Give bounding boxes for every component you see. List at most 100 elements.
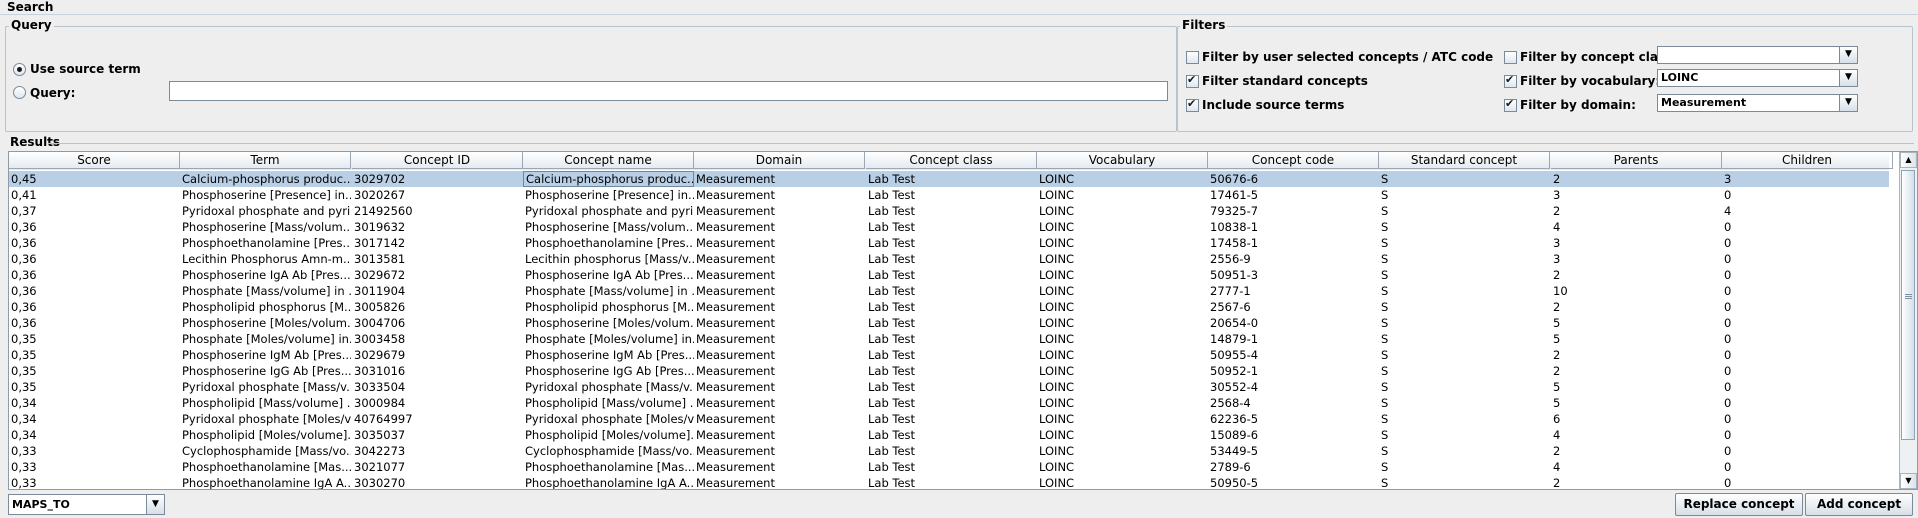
column-header[interactable]: Domain: [694, 152, 865, 169]
column-header[interactable]: Concept class: [866, 152, 1037, 169]
table-cell: 5: [1553, 396, 1561, 410]
table-cell: 3029679: [354, 348, 406, 362]
table-cell: 0,36: [11, 236, 37, 250]
column-header[interactable]: Concept code: [1208, 152, 1379, 169]
table-row[interactable]: 0,34 Pyridoxal phosphate [Moles/v... 40764…: [9, 411, 1889, 427]
table-cell: 0,34: [11, 428, 37, 442]
table-cell: 0,36: [11, 268, 37, 282]
column-header[interactable]: Score: [9, 152, 180, 169]
table-row[interactable]: 0,45 Calcium-phosphorus produc... 3029702 C…: [9, 171, 1889, 187]
table-row[interactable]: 0,35 Phosphate [Moles/volume] in... 300345…: [9, 331, 1889, 347]
filter-domain-checkbox[interactable]: [1504, 97, 1517, 112]
add-concept-button[interactable]: Add concept: [1805, 493, 1913, 516]
table-cell: 2568-4: [1210, 396, 1251, 410]
table-row[interactable]: 0,36 Phosphoethanolamine [Pres... 3017142 P…: [9, 235, 1889, 251]
table-cell: Measurement: [696, 252, 775, 266]
table-row[interactable]: 0,35 Phosphoserine IgG Ab [Pres... 3031016…: [9, 363, 1889, 379]
table-cell: Measurement: [696, 300, 775, 314]
table-row[interactable]: 0,35 Phosphoserine IgM Ab [Pres... 3029679…: [9, 347, 1889, 363]
column-header[interactable]: Term: [180, 152, 351, 169]
chevron-down-icon[interactable]: ▼: [1839, 47, 1857, 63]
query-radio[interactable]: [13, 86, 26, 99]
scroll-up-icon[interactable]: ▲: [1900, 152, 1917, 168]
table-cell: Measurement: [696, 396, 775, 410]
table-cell: 0: [1724, 220, 1732, 234]
table-row[interactable]: 0,36 Phosphoserine [Mass/volum... 3019632 P…: [9, 219, 1889, 235]
column-header[interactable]: Standard concept: [1379, 152, 1550, 169]
search-title: Search: [7, 0, 54, 14]
table-row[interactable]: 0,36 Phosphoserine IgA Ab [Pres... 3029672…: [9, 267, 1889, 283]
table-cell: S: [1381, 268, 1389, 282]
table-cell: Lab Test: [868, 220, 916, 234]
filter-vocabulary-checkbox[interactable]: [1504, 73, 1517, 88]
table-cell: 20654-0: [1210, 316, 1259, 330]
table-cell: 0,34: [11, 396, 37, 410]
table-cell: Cyclophosphamide [Mass/vo...: [182, 444, 351, 458]
chevron-down-icon[interactable]: ▼: [1839, 95, 1857, 111]
table-cell: 0,33: [11, 444, 37, 458]
query-input[interactable]: [169, 81, 1168, 101]
table-cell: Lecithin phosphorus [Mass/v...: [525, 252, 694, 266]
table-row[interactable]: 0,33 Phosphoethanolamine [Mas... 3021077 Ph…: [9, 459, 1889, 475]
table-cell: 0,36: [11, 316, 37, 330]
vocabulary-combo[interactable]: LOINC ▼: [1657, 69, 1858, 87]
table-cell: 14879-1: [1210, 332, 1259, 346]
table-cell: 15089-6: [1210, 428, 1259, 442]
table-row[interactable]: 0,34 Phospholipid [Mass/volume] ... 300098…: [9, 395, 1889, 411]
chevron-down-icon[interactable]: ▼: [1839, 70, 1857, 86]
table-cell: Phosphate [Moles/volume] in...: [182, 332, 351, 346]
table-cell: LOINC: [1039, 236, 1075, 250]
vertical-scrollbar[interactable]: ▲ ▼: [1899, 152, 1917, 489]
scroll-down-icon[interactable]: ▼: [1900, 473, 1917, 489]
table-cell: 53449-5: [1210, 444, 1259, 458]
table-cell: 2: [1553, 444, 1561, 458]
table-cell: LOINC: [1039, 284, 1075, 298]
table-cell: S: [1381, 348, 1389, 362]
include-source-terms-checkbox[interactable]: [1186, 97, 1199, 112]
table-cell: 3029702: [354, 172, 406, 186]
column-header[interactable]: Concept name: [523, 152, 694, 169]
table-row[interactable]: 0,33 Cyclophosphamide [Mass/vo... 3042273 C…: [9, 443, 1889, 459]
table-cell: 4: [1553, 460, 1561, 474]
table-cell: 0: [1724, 348, 1732, 362]
table-row[interactable]: 0,33 Phosphoethanolamine IgA A... 3030270 P…: [9, 475, 1889, 489]
table-cell: Measurement: [696, 412, 775, 426]
domain-combo[interactable]: Measurement ▼: [1657, 94, 1858, 112]
use-source-term-label: Use source term: [30, 62, 141, 76]
table-cell: 50952-1: [1210, 364, 1259, 378]
chevron-down-icon[interactable]: ▼: [146, 495, 164, 514]
replace-concept-button[interactable]: Replace concept: [1675, 493, 1803, 516]
column-header[interactable]: Vocabulary: [1037, 152, 1208, 169]
concept-class-combo[interactable]: ▼: [1657, 46, 1858, 64]
column-header[interactable]: Parents: [1551, 152, 1722, 169]
filter-user-selected-label: Filter by user selected concepts / ATC c…: [1202, 50, 1494, 64]
column-header[interactable]: Children: [1722, 152, 1893, 169]
filter-standard-concepts-checkbox[interactable]: [1186, 73, 1199, 88]
table-cell: S: [1381, 444, 1389, 458]
table-cell: 3017142: [354, 236, 406, 250]
column-header[interactable]: Concept ID: [352, 152, 523, 169]
table-cell: Lab Test: [868, 428, 916, 442]
table-cell: LOINC: [1039, 332, 1075, 346]
filter-domain-label: Filter by domain:: [1520, 98, 1636, 112]
table-row[interactable]: 0,36 Phosphoserine [Moles/volum... 3004706…: [9, 315, 1889, 331]
table-cell: Phospholipid [Mass/volume] ...: [182, 396, 351, 410]
table-row[interactable]: 0,35 Pyridoxal phosphate [Mass/v... 303350…: [9, 379, 1889, 395]
table-row[interactable]: 0,37 Pyridoxal phosphate and pyri... 21492…: [9, 203, 1889, 219]
filter-concept-class-checkbox[interactable]: [1504, 51, 1517, 64]
results-table[interactable]: Score Term Concept ID Concept name Domain Con…: [8, 151, 1918, 490]
table-row[interactable]: 0,34 Phospholipid [Moles/volume]... 303503…: [9, 427, 1889, 443]
table-row[interactable]: 0,36 Phosphate [Mass/volume] in ... 301190…: [9, 283, 1889, 299]
use-source-term-radio[interactable]: [13, 63, 26, 76]
table-cell: Measurement: [696, 268, 775, 282]
table-cell: 50955-4: [1210, 348, 1259, 362]
table-cell: 3003458: [354, 332, 406, 346]
table-row[interactable]: 0,41 Phosphoserine [Presence] in... 302026…: [9, 187, 1889, 203]
table-row[interactable]: 0,36 Phospholipid phosphorus [M... 3005826…: [9, 299, 1889, 315]
filter-user-selected-checkbox[interactable]: [1186, 51, 1199, 64]
relation-combo[interactable]: MAPS_TO ▼: [8, 494, 165, 515]
table-cell: 2: [1553, 348, 1561, 362]
scrollbar-thumb[interactable]: [1901, 170, 1915, 440]
table-row[interactable]: 0,36 Lecithin Phosphorus Amn-m... 3013581 L…: [9, 251, 1889, 267]
table-cell: 3: [1724, 172, 1732, 186]
